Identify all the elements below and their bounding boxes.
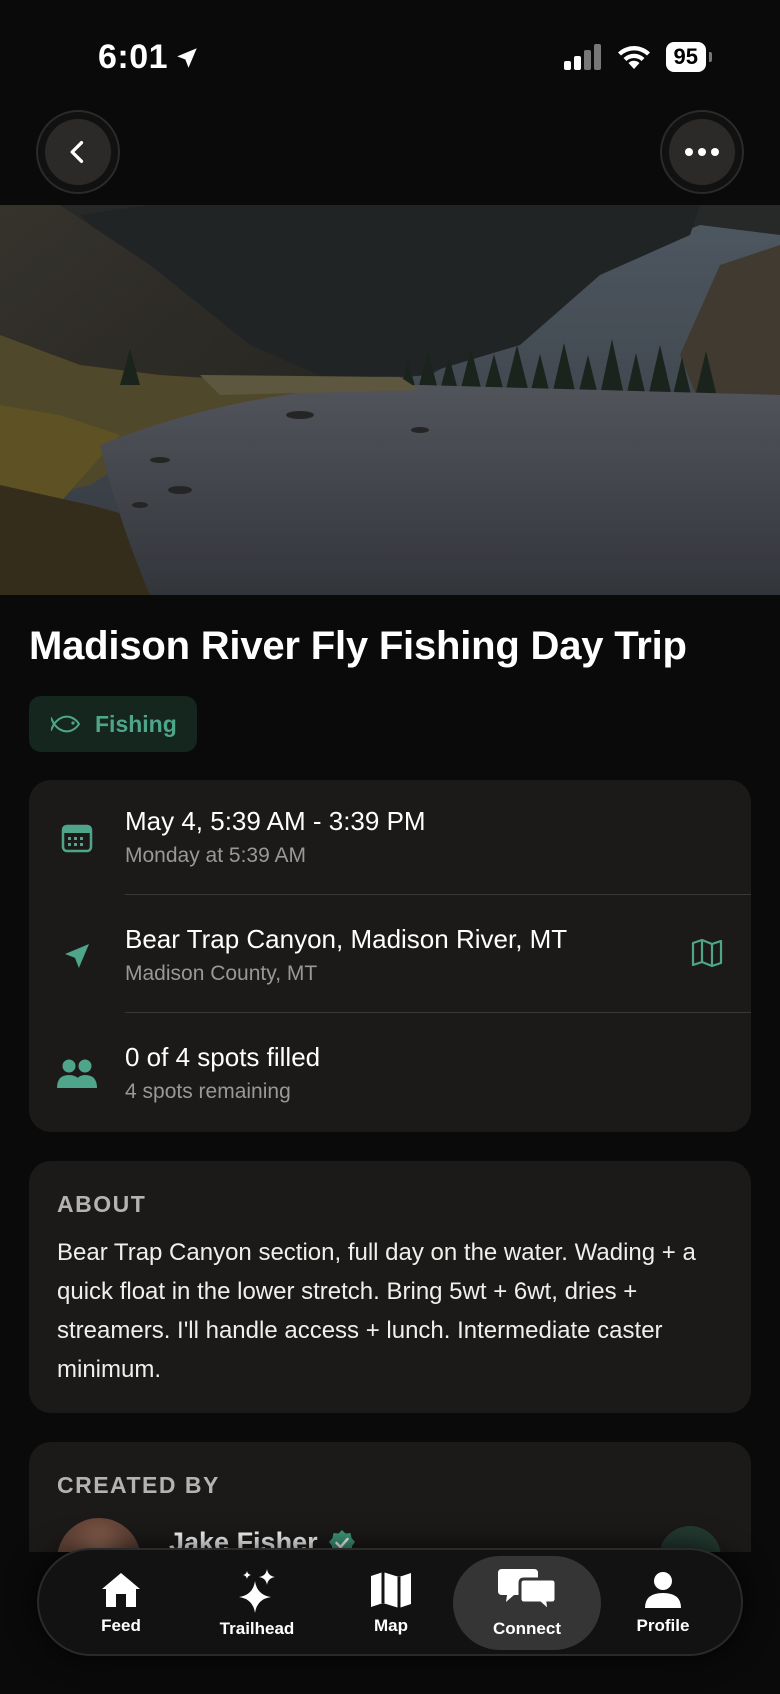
tab-connect-label: Connect [493, 1619, 561, 1638]
fish-icon [51, 715, 81, 733]
wifi-icon [617, 46, 650, 69]
chevron-left-icon [70, 141, 84, 163]
back-button[interactable] [36, 110, 120, 194]
tab-trailhead[interactable]: Trailhead [183, 1556, 331, 1650]
calendar-icon [57, 818, 97, 858]
tab-feed-label: Feed [101, 1616, 141, 1635]
status-time-text: 6:01 [98, 38, 169, 76]
cellular-signal-icon [563, 44, 601, 70]
status-time: 6:01 [98, 38, 200, 77]
tab-connect[interactable]: Connect [453, 1556, 601, 1650]
status-bar: 6:01 95 [0, 0, 780, 110]
tab-feed[interactable]: Feed [47, 1556, 195, 1650]
event-title: Madison River Fly Fishing Day Trip [29, 624, 687, 668]
event-details-card: May 4, 5:39 AM - 3:39 PM Monday at 5:39 … [29, 780, 751, 1132]
event-hero-image [0, 205, 780, 595]
event-location-detail: Madison County, MT [125, 962, 318, 985]
ellipsis-icon [685, 148, 719, 156]
divider [125, 894, 751, 895]
bottom-tab-bar: Feed Trailhead Map Connect Profile [37, 1548, 743, 1656]
open-map-button[interactable] [691, 938, 723, 973]
avatar[interactable] [57, 1518, 141, 1552]
battery-indicator: 95 [665, 42, 713, 72]
tab-profile[interactable]: Profile [589, 1556, 737, 1650]
map-icon [371, 1572, 411, 1608]
about-card: ABOUT Bear Trap Canyon section, full day… [29, 1161, 751, 1413]
tab-map-label: Map [374, 1616, 408, 1635]
map-icon [691, 938, 723, 968]
spots-filled: 0 of 4 spots filled [125, 1042, 321, 1072]
chat-bubbles-icon [498, 1569, 556, 1613]
about-heading: ABOUT [57, 1191, 147, 1217]
created-by-heading: CREATED BY [57, 1472, 220, 1498]
date-time-row[interactable]: May 4, 5:39 AM - 3:39 PM Monday at 5:39 … [29, 780, 751, 898]
people-icon [53, 1054, 101, 1094]
tab-trailhead-label: Trailhead [219, 1619, 295, 1638]
tab-profile-label: Profile [636, 1616, 690, 1635]
location-row[interactable]: Bear Trap Canyon, Madison River, MT Madi… [29, 898, 751, 1016]
event-datetime: May 4, 5:39 AM - 3:39 PM [125, 806, 426, 836]
created-by-card: CREATED BY Jake Fisher [29, 1442, 751, 1552]
category-tag-label: Fishing [95, 710, 177, 737]
location-arrow-icon [177, 47, 197, 68]
sparkles-icon [239, 1569, 275, 1613]
location-arrow-icon [57, 936, 97, 976]
home-icon [102, 1573, 140, 1607]
category-tag[interactable]: Fishing [29, 696, 197, 752]
event-datetime-detail: Monday at 5:39 AM [125, 844, 306, 867]
person-icon [645, 1572, 681, 1608]
tab-map[interactable]: Map [317, 1556, 465, 1650]
about-description: Bear Trap Canyon section, full day on th… [57, 1239, 696, 1383]
spots-remaining: 4 spots remaining [125, 1080, 291, 1103]
spots-row[interactable]: 0 of 4 spots filled 4 spots remaining [29, 1016, 751, 1134]
event-location: Bear Trap Canyon, Madison River, MT [125, 924, 568, 954]
divider [125, 1012, 751, 1013]
status-indicators: 95 [563, 42, 713, 72]
more-options-button[interactable] [660, 110, 744, 194]
